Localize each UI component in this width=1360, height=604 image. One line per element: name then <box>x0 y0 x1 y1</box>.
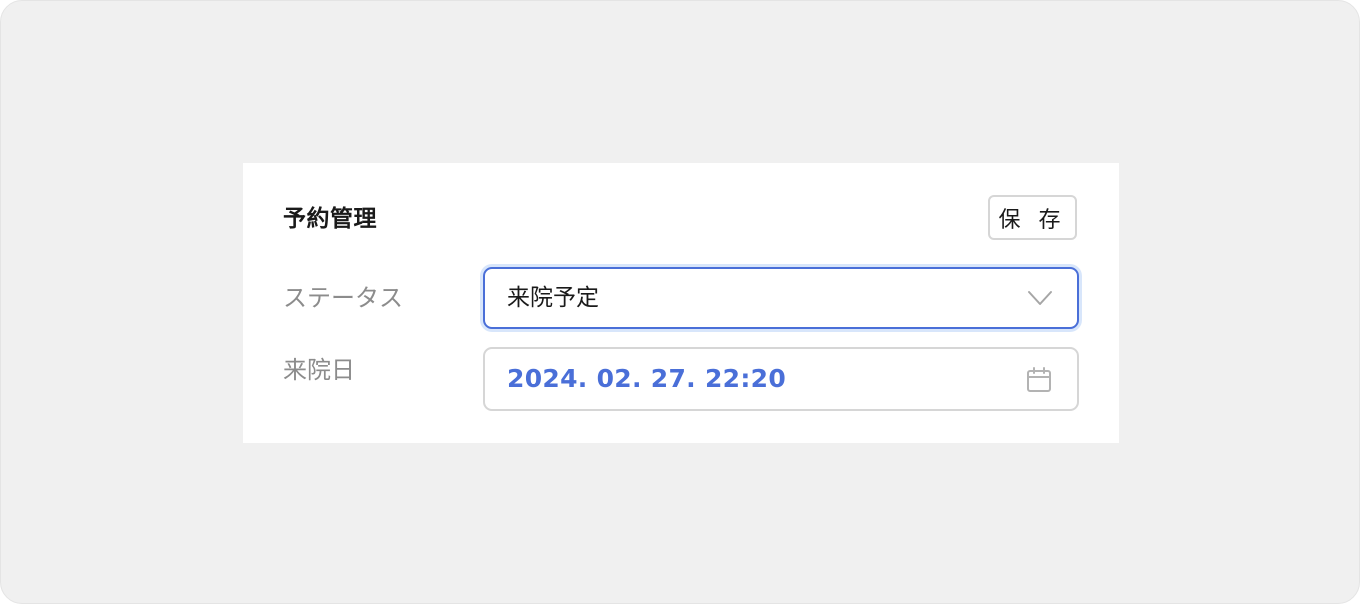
visit-date-input[interactable]: 2024. 02. 27. 22:20 <box>483 347 1079 411</box>
chevron-down-icon <box>1028 291 1052 305</box>
save-button[interactable]: 保 存 <box>988 195 1077 240</box>
status-select[interactable]: 来院予定 <box>483 267 1079 329</box>
calendar-icon[interactable] <box>1025 366 1053 394</box>
visit-date-value: 2024. 02. 27. 22:20 <box>507 364 787 393</box>
card-title: 予約管理 <box>283 206 377 232</box>
visit-date-label: 来院日 <box>283 356 355 384</box>
status-select-value: 来院予定 <box>507 285 599 311</box>
app-frame: 予約管理 保 存 ステータス 来院予定 来院日 2024. 02. 27. 22… <box>0 0 1360 604</box>
reservation-card: 予約管理 保 存 ステータス 来院予定 来院日 2024. 02. 27. 22… <box>243 163 1119 443</box>
status-label: ステータス <box>283 284 403 312</box>
